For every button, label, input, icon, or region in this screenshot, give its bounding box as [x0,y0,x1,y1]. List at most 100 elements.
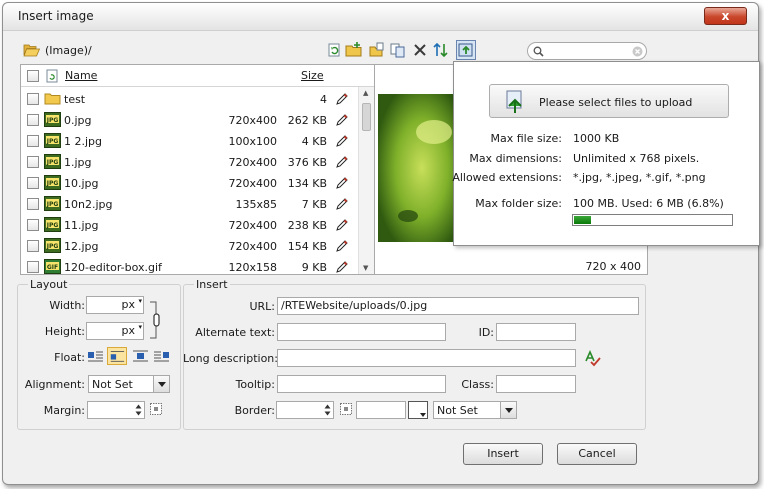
border-spinner-icon[interactable] [323,402,332,418]
new-folder-button[interactable] [345,41,363,59]
file-name[interactable]: 120-editor-box.gif [64,261,162,274]
file-name[interactable]: test [64,93,85,106]
edit-pencil-icon[interactable] [335,113,349,127]
file-size: 238 KB [287,219,327,232]
file-row[interactable]: JPG 11.jpg 720x400 238 KB [21,215,359,236]
margin-box-icon[interactable] [150,403,162,415]
scroll-up-icon[interactable]: ▲ [363,89,368,97]
upload-button[interactable] [456,40,476,60]
jpg-file-icon: JPG [44,196,61,211]
file-row[interactable]: GIF 120-editor-box.gif 120x158 9 KB [21,257,359,278]
insert-button[interactable]: Insert [463,443,543,465]
width-unit-dropdown-icon[interactable]: ▾ [138,297,142,305]
url-input[interactable]: /RTEWebsite/uploads/0.jpg [277,297,639,315]
svg-text:JPG: JPG [46,180,59,187]
border-color-picker[interactable] [408,401,428,419]
edit-pencil-icon[interactable] [335,239,349,253]
alt-text-input[interactable] [277,323,446,341]
title-bar[interactable]: Insert image x [3,3,758,31]
file-name[interactable]: 1.jpg [64,156,92,169]
file-row-checkbox[interactable] [27,114,39,126]
file-name[interactable]: 10.jpg [64,177,99,190]
float-left-button[interactable] [85,347,105,365]
edit-pencil-icon[interactable] [335,218,349,232]
file-name[interactable]: 12.jpg [64,240,99,253]
upload-panel: Please select files to upload Max file s… [452,61,760,246]
scroll-thumb[interactable] [362,103,371,131]
file-size: 154 KB [287,240,327,253]
edit-pencil-icon[interactable] [335,92,349,106]
file-list-header: Name Size [21,65,374,87]
select-all-checkbox[interactable] [27,70,39,82]
edit-pencil-icon[interactable] [335,155,349,169]
height-unit[interactable]: px [122,324,136,337]
file-row[interactable]: JPG 1 2.jpg 100x100 4 KB [21,131,359,152]
clear-search-icon[interactable] [632,46,643,57]
file-dimensions: 720x400 [228,240,277,253]
file-row[interactable]: JPG 10n2.jpg 135x85 7 KB [21,194,359,215]
border-style-select[interactable]: Not Set [433,401,517,419]
file-row[interactable]: test 4 [21,89,359,110]
class-input[interactable] [496,375,576,393]
border-style-dropdown-icon[interactable] [500,402,516,418]
file-row-checkbox[interactable] [27,156,39,168]
cancel-button[interactable]: Cancel [557,443,637,465]
file-row-checkbox[interactable] [27,198,39,210]
height-input[interactable]: px ▾ [86,322,144,340]
file-row-checkbox[interactable] [27,135,39,147]
column-size-header[interactable]: Size [301,69,324,82]
scroll-down-icon[interactable]: ▼ [363,264,368,272]
file-row[interactable]: JPG 10.jpg 720x400 134 KB [21,173,359,194]
refresh-list-icon[interactable] [46,69,58,83]
alignment-select[interactable]: Not Set [88,375,170,393]
file-row[interactable]: JPG 12.jpg 720x400 154 KB [21,236,359,257]
float-none-button[interactable] [107,347,127,365]
file-name[interactable]: 0.jpg [64,114,92,127]
delete-button[interactable] [411,41,429,59]
file-row[interactable]: JPG 1.jpg 720x400 376 KB [21,152,359,173]
edit-pencil-icon[interactable] [335,134,349,148]
file-name[interactable]: 10n2.jpg [64,198,113,211]
search-input[interactable] [527,42,647,60]
border-box-icon[interactable] [340,403,352,415]
long-description-input[interactable] [277,349,576,367]
current-path[interactable]: (Image)/ [45,44,92,57]
id-input[interactable] [496,323,576,341]
copy-button[interactable] [389,41,407,59]
alignment-label: Alignment: [24,378,85,391]
width-input[interactable]: px ▾ [86,296,144,314]
svg-text:JPG: JPG [46,159,59,166]
float-center-button[interactable] [130,347,150,365]
spell-check-icon[interactable] [583,349,601,367]
close-button[interactable]: x [704,7,747,25]
file-row-checkbox[interactable] [27,219,39,231]
cut-button[interactable] [368,41,386,59]
margin-input[interactable] [87,401,145,419]
file-name[interactable]: 11.jpg [64,219,99,232]
height-unit-dropdown-icon[interactable]: ▾ [138,323,142,331]
file-row-checkbox[interactable] [27,93,39,105]
file-list-scrollbar[interactable]: ▲ ▼ [358,87,374,274]
edit-pencil-icon[interactable] [335,176,349,190]
border-width-input[interactable] [276,401,334,419]
margin-spinner-icon[interactable] [134,402,143,418]
folder-open-icon[interactable] [23,43,41,57]
edit-pencil-icon[interactable] [335,197,349,211]
constrain-proportions-icon[interactable] [149,300,163,340]
border-color-input[interactable] [356,401,406,419]
file-row-checkbox[interactable] [27,261,39,273]
file-row-checkbox[interactable] [27,177,39,189]
file-row-checkbox[interactable] [27,240,39,252]
column-name-header[interactable]: Name [65,69,97,82]
sort-button[interactable] [432,41,450,59]
jpg-file-icon: JPG [44,112,61,127]
file-name[interactable]: 1 2.jpg [64,135,102,148]
alignment-dropdown-icon[interactable] [153,376,169,392]
edit-pencil-icon[interactable] [335,260,349,274]
file-row[interactable]: JPG 0.jpg 720x400 262 KB [21,110,359,131]
select-files-button[interactable]: Please select files to upload [489,84,729,118]
width-unit[interactable]: px [122,298,136,311]
refresh-button[interactable] [325,41,343,59]
float-right-button[interactable] [152,347,172,365]
tooltip-input[interactable] [277,375,446,393]
